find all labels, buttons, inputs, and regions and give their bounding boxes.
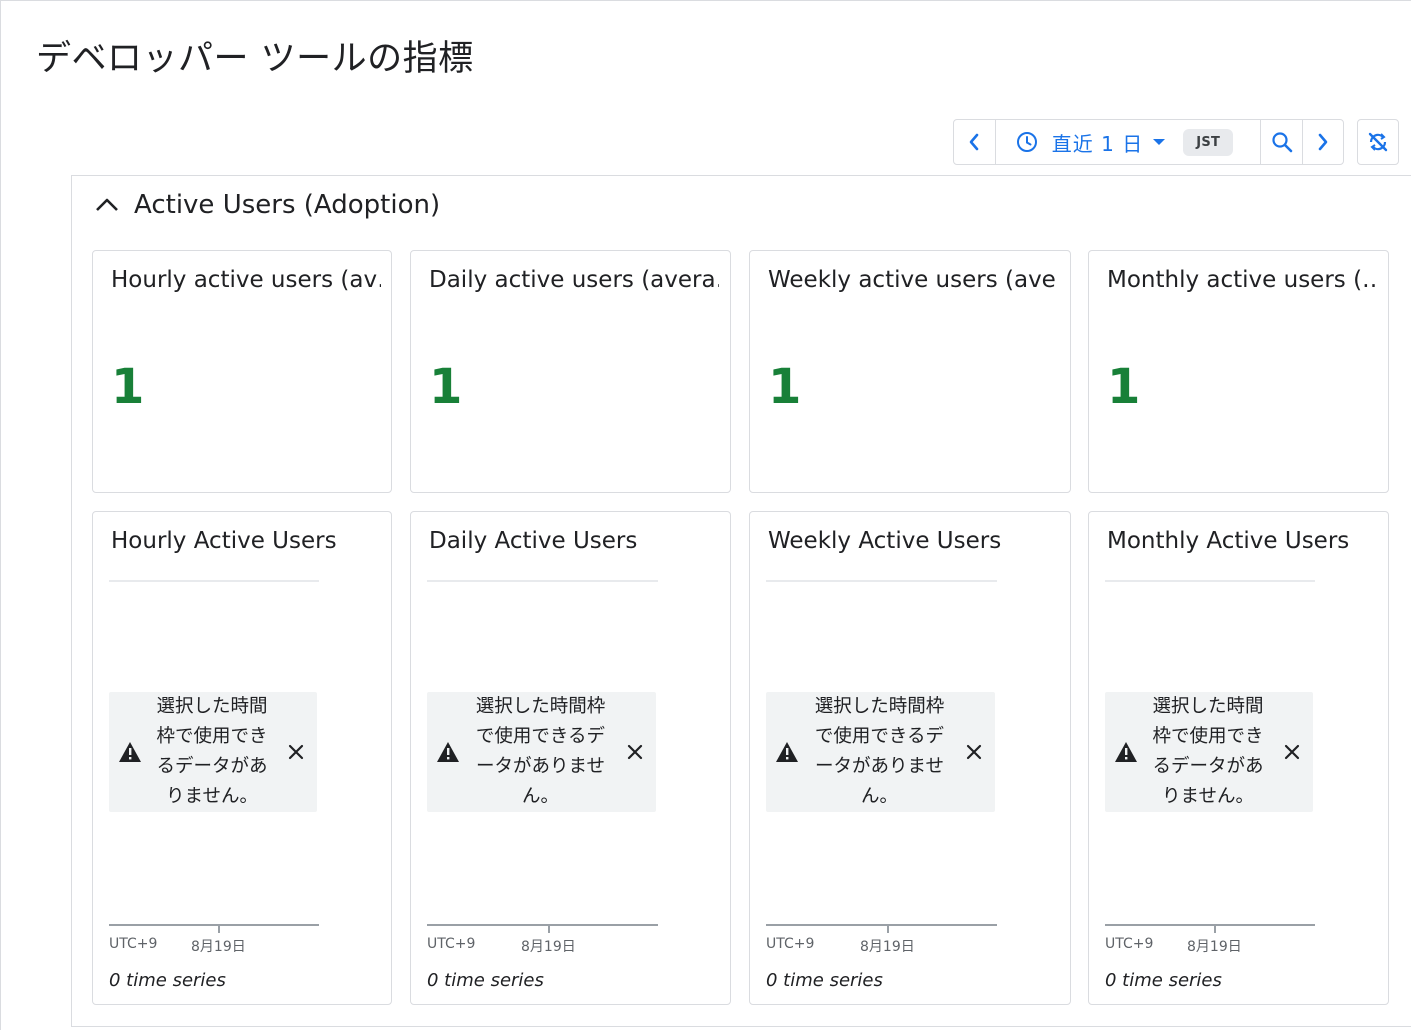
previous-range-button[interactable] [954, 120, 996, 164]
x-axis-tick [548, 926, 550, 933]
section-header[interactable]: Active Users (Adoption) [94, 190, 440, 220]
chart-card-monthly[interactable]: Monthly Active Users 選択した時間枠で使用できるデータがあり… [1088, 511, 1389, 1005]
series-count: 0 time series [1105, 970, 1222, 991]
active-users-section: Active Users (Adoption) Hourly active us… [71, 175, 1411, 1027]
close-icon[interactable] [959, 744, 989, 760]
no-data-message: 選択した時間枠で使用できるデータがありません。 [156, 696, 268, 807]
chart-title: Daily Active Users [429, 528, 638, 554]
warning-icon [117, 741, 143, 763]
x-axis-date-label: 8月19日 [191, 939, 246, 955]
no-data-banner: 選択した時間枠で使用できるデータがありません。 [766, 692, 995, 812]
scorecard-daily[interactable]: Daily active users (avera… 1 [410, 250, 731, 493]
warning-icon [1113, 741, 1139, 763]
x-axis-timezone: UTC+9 [766, 936, 815, 952]
chevron-up-icon[interactable] [94, 196, 120, 214]
scorecard-hourly[interactable]: Hourly active users (av… 1 [92, 250, 392, 493]
scorecard-value: 1 [768, 359, 802, 415]
series-count: 0 time series [766, 970, 883, 991]
zoom-in-icon [1271, 131, 1293, 153]
scorecard-title: Weekly active users (ave… [768, 267, 1058, 293]
no-data-message: 選択した時間枠で使用できるデータがありません。 [475, 696, 606, 807]
caret-down-icon [1153, 139, 1166, 145]
chart-card-hourly[interactable]: Hourly Active Users 選択した時間枠で使用できるデータがありま… [92, 511, 392, 1005]
top-border [0, 0, 1411, 1]
chart-divider [766, 580, 997, 582]
chart-title: Hourly Active Users [111, 528, 337, 554]
scorecard-value: 1 [111, 359, 145, 415]
clock-icon [1016, 131, 1038, 153]
scorecard-monthly[interactable]: Monthly active users (… 1 [1088, 250, 1389, 493]
chart-card-weekly[interactable]: Weekly Active Users 選択した時間枠で使用できるデータがありま… [749, 511, 1071, 1005]
chart-title: Monthly Active Users [1107, 528, 1350, 554]
scorecard-value: 1 [429, 359, 463, 415]
no-data-message: 選択した時間枠で使用できるデータがありません。 [814, 696, 945, 807]
x-axis-line [427, 924, 658, 926]
chart-divider [427, 580, 658, 582]
time-range-toolbar: 直近 1 日 JST [953, 119, 1344, 165]
timezone-chip[interactable]: JST [1183, 128, 1234, 156]
page-title: デベロッパー ツールの指標 [36, 39, 474, 79]
x-axis-date-label: 8月19日 [860, 939, 915, 955]
warning-icon [435, 741, 461, 763]
no-data-banner: 選択した時間枠で使用できるデータがありません。 [1105, 692, 1313, 812]
scorecard-title: Monthly active users (… [1107, 267, 1377, 293]
series-count: 0 time series [427, 970, 544, 991]
x-axis-timezone: UTC+9 [1105, 936, 1154, 952]
x-axis-date-label: 8月19日 [1187, 939, 1242, 955]
x-axis-timezone: UTC+9 [109, 936, 158, 952]
scorecard-weekly[interactable]: Weekly active users (ave… 1 [749, 250, 1071, 493]
no-data-message: 選択した時間枠で使用できるデータがありません。 [1152, 696, 1264, 807]
scorecard-title: Daily active users (avera… [429, 267, 719, 293]
sync-toggle-button[interactable] [1357, 119, 1399, 165]
x-axis-line [109, 924, 319, 926]
section-title: Active Users (Adoption) [134, 190, 441, 220]
sync-off-icon [1366, 130, 1390, 154]
chart-title: Weekly Active Users [768, 528, 1002, 554]
warning-icon [774, 741, 800, 763]
close-icon[interactable] [1277, 744, 1307, 760]
scorecard-value: 1 [1107, 359, 1141, 415]
x-axis-date-label: 8月19日 [521, 939, 576, 955]
x-axis-timezone: UTC+9 [427, 936, 476, 952]
chevron-left-icon [967, 133, 981, 151]
chart-card-daily[interactable]: Daily Active Users 選択した時間枠で使用できるデータがありませ… [410, 511, 731, 1005]
left-border [0, 0, 1, 1030]
no-data-banner: 選択した時間枠で使用できるデータがありません。 [109, 692, 317, 812]
no-data-banner: 選択した時間枠で使用できるデータがありません。 [427, 692, 656, 812]
time-range-selector[interactable]: 直近 1 日 JST [996, 120, 1262, 164]
x-axis-tick [218, 926, 220, 933]
x-axis-line [766, 924, 997, 926]
x-axis-tick [1214, 926, 1216, 933]
series-count: 0 time series [109, 970, 226, 991]
time-range-label: 直近 1 日 [1051, 131, 1144, 156]
zoom-button[interactable] [1261, 120, 1304, 164]
chart-divider [109, 580, 319, 582]
chevron-right-icon [1316, 133, 1330, 151]
chart-divider [1105, 580, 1315, 582]
close-icon[interactable] [620, 744, 650, 760]
close-icon[interactable] [281, 744, 311, 760]
x-axis-line [1105, 924, 1315, 926]
scorecard-title: Hourly active users (av… [111, 267, 381, 293]
next-range-button[interactable] [1303, 120, 1343, 164]
x-axis-tick [887, 926, 889, 933]
